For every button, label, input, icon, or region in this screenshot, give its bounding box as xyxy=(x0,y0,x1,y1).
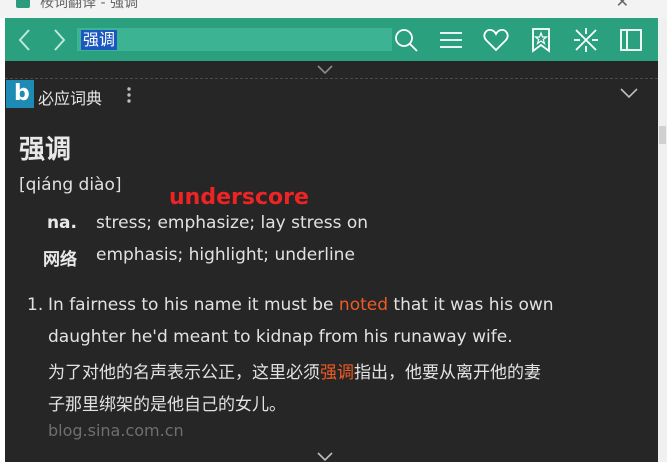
headword: 强调 xyxy=(19,135,72,165)
expand-chevron-icon[interactable] xyxy=(313,449,337,462)
forward-icon[interactable] xyxy=(47,26,71,54)
example-chinese-line: 为了对他的名声表示公正，这里必须强调指出，他要从离开他的妻 xyxy=(48,358,541,383)
dictionary-name: 必应词典 xyxy=(38,89,103,108)
part-of-speech: 网络 xyxy=(43,250,77,270)
window-titlebar: 桉词翻译 - 强调 ✕ xyxy=(0,0,667,18)
example-text: 为了对他的名声表示公正，这里必须 xyxy=(48,363,320,383)
chevron-down-icon[interactable] xyxy=(313,62,337,76)
part-of-speech: na. xyxy=(46,213,77,233)
search-icon[interactable] xyxy=(392,26,420,54)
tools-icon[interactable] xyxy=(572,26,600,54)
definition-text: emphasis; highlight; underline xyxy=(96,245,355,265)
definition-text: stress; emphasize; lay stress on xyxy=(96,213,369,233)
panel-icon[interactable] xyxy=(617,26,645,54)
collapse-chevron-icon[interactable] xyxy=(617,85,641,101)
example-text: 指出，他要从离开他的妻 xyxy=(354,363,541,383)
window-title: 桉词翻译 - 强调 xyxy=(40,0,138,11)
example-text: In fairness to his name it must be xyxy=(48,295,339,315)
example-chinese-line: 子那里绑架的是他自己的女儿。 xyxy=(48,395,286,415)
menu-icon[interactable] xyxy=(437,26,465,54)
heart-icon[interactable] xyxy=(482,26,510,54)
search-selection: 强调 xyxy=(81,30,118,50)
back-icon[interactable] xyxy=(13,26,37,54)
toolbar: 强调 xyxy=(5,18,658,61)
example-english-line: daughter he'd meant to kidnap from his r… xyxy=(48,327,513,347)
pronunciation: [qiáng diào] xyxy=(19,175,122,195)
close-icon[interactable]: ✕ xyxy=(616,0,629,11)
dictionary-panel: b 必应词典 强调 [qiáng diào] underscore na. st… xyxy=(5,61,658,462)
search-input[interactable] xyxy=(77,28,392,51)
example-english-line: In fairness to his name it must be noted… xyxy=(48,295,554,315)
bing-logo-icon: b xyxy=(6,80,34,108)
annotation-overlay: underscore xyxy=(169,185,309,210)
example-source: blog.sina.com.cn xyxy=(48,421,184,440)
scrollbar-thumb[interactable] xyxy=(659,126,666,144)
example-highlight: noted xyxy=(338,295,389,315)
app-icon xyxy=(16,0,30,8)
bookmark-icon[interactable] xyxy=(527,26,555,54)
background-window-edge xyxy=(658,18,667,462)
divider xyxy=(5,78,658,79)
more-options-icon[interactable] xyxy=(123,83,135,107)
example-highlight: 强调 xyxy=(320,363,354,383)
example-number: 1. xyxy=(27,295,44,315)
example-text: that it was his own xyxy=(388,295,554,315)
